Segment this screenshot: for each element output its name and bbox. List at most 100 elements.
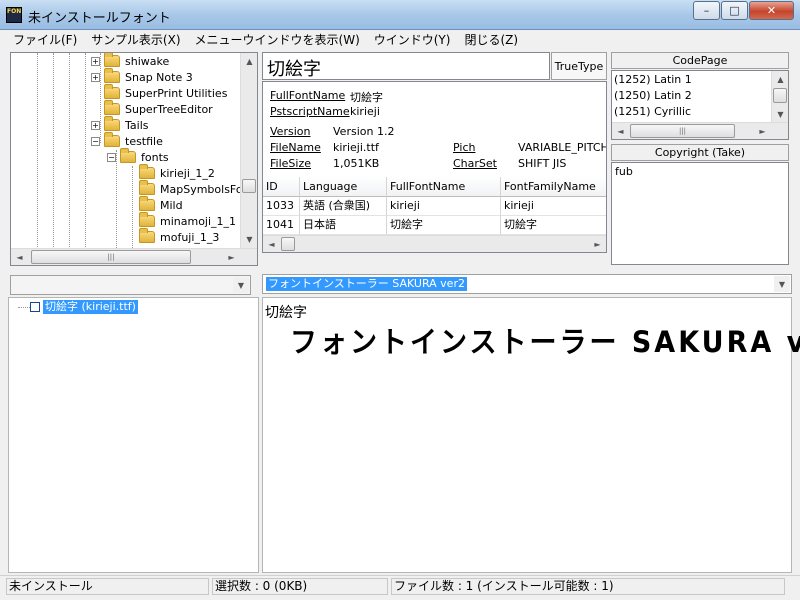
main-window: FONT 未インストールフォント – □ ✕ ファイル(F) サンプル表示(X)… <box>0 0 800 600</box>
folder-tree[interactable]: + shiwake + Snap Note 3 SuperPrint Utili… <box>10 52 258 266</box>
scroll-right-icon[interactable]: ► <box>589 236 606 252</box>
menu-window[interactable]: ウインドウ(Y) <box>367 30 458 51</box>
chevron-down-icon[interactable]: ▼ <box>774 276 790 292</box>
column-header-fontfamilyname[interactable]: FontFamilyName <box>501 177 606 197</box>
menu-show-menu-window[interactable]: メニューウインドウを表示(W) <box>188 30 367 51</box>
folder-icon <box>104 68 120 83</box>
horizontal-splitter[interactable] <box>0 266 800 270</box>
info-key-charset[interactable]: CharSet <box>453 157 497 170</box>
expand-icon[interactable]: + <box>91 72 100 82</box>
close-button[interactable]: ✕ <box>749 1 794 20</box>
scroll-up-icon[interactable]: ▲ <box>772 71 788 87</box>
installed-filter-combo[interactable]: ▼ <box>10 275 251 295</box>
scroll-thumb[interactable]: ||| <box>630 124 735 138</box>
tree-item[interactable]: mofuji_1_3 <box>139 228 219 245</box>
scroll-right-icon[interactable]: ► <box>754 123 771 139</box>
font-info-panel: FullFontName 切絵字 PstscriptName kirieji V… <box>262 81 607 253</box>
info-value-fullfontname: 切絵字 <box>350 91 383 104</box>
grip-icon: ||| <box>107 253 115 261</box>
tree-item-label: SuperPrint Utilities <box>125 86 228 100</box>
window-title: 未インストールフォント <box>28 11 171 26</box>
menu-close[interactable]: 閉じる(Z) <box>457 30 525 51</box>
table-cell[interactable]: 切絵字 <box>501 216 606 235</box>
codepage-vertical-scrollbar[interactable]: ▲ ▼ <box>771 71 788 122</box>
tree-item[interactable]: minamoji_1_1 <box>139 212 236 229</box>
scroll-thumb[interactable] <box>773 88 787 103</box>
info-key-pitch[interactable]: Pich <box>453 141 475 154</box>
column-header-language[interactable]: Language <box>300 177 387 197</box>
info-key-version[interactable]: Version <box>270 125 310 138</box>
scroll-thumb[interactable] <box>242 179 256 193</box>
copyright-header: Copyright (Take) <box>611 144 789 161</box>
scroll-right-icon[interactable]: ► <box>223 249 240 265</box>
tree-item[interactable]: − fonts <box>107 148 169 165</box>
list-item[interactable]: (1250) Latin 2 <box>614 89 692 102</box>
folder-icon <box>104 84 120 99</box>
tree-item[interactable]: − testfile <box>91 132 163 149</box>
title-bar[interactable]: FONT 未インストールフォント – □ ✕ <box>0 0 800 30</box>
table-horizontal-scrollbar[interactable]: ◄ ► <box>263 235 606 252</box>
codepage-horizontal-scrollbar[interactable]: ◄ ||| ► <box>612 122 788 139</box>
info-value-version: Version 1.2 <box>333 125 395 138</box>
font-checkbox[interactable] <box>30 302 40 312</box>
table-cell[interactable]: 切絵字 <box>387 216 501 235</box>
tree-item[interactable]: SuperPrint Utilities <box>104 84 228 101</box>
info-key-filesize[interactable]: FileSize <box>270 157 311 170</box>
list-item[interactable]: (1252) Latin 1 <box>614 73 692 86</box>
installed-font-list[interactable] <box>8 297 259 573</box>
table-cell[interactable]: 1033 <box>263 197 300 216</box>
menu-sample[interactable]: サンプル表示(X) <box>84 30 187 51</box>
folder-icon <box>104 116 120 131</box>
tree-item[interactable]: SuperTreeEditor <box>104 100 213 117</box>
chevron-down-icon[interactable]: ▼ <box>233 277 249 293</box>
installed-font-item[interactable]: 切絵字 (kirieji.ttf) <box>30 300 138 314</box>
menu-bar: ファイル(F) サンプル表示(X) メニューウインドウを表示(W) ウインドウ(… <box>0 30 800 51</box>
scroll-thumb[interactable]: ||| <box>31 250 191 264</box>
info-value-filename: kirieji.ttf <box>333 141 379 154</box>
scroll-down-icon[interactable]: ▼ <box>241 231 257 248</box>
tree-item[interactable]: + Tails <box>91 116 148 133</box>
tree-item[interactable]: MapSymbolsFo <box>139 180 243 197</box>
column-header-id[interactable]: ID <box>263 177 300 197</box>
table-cell[interactable]: kirieji <box>387 197 501 216</box>
table-cell[interactable]: 日本語 <box>300 216 387 235</box>
scroll-down-icon[interactable]: ▼ <box>772 106 788 122</box>
scroll-left-icon[interactable]: ◄ <box>263 236 280 252</box>
minimize-button[interactable]: – <box>693 1 720 20</box>
tree-horizontal-scrollbar[interactable]: ◄ ||| ► <box>11 248 257 265</box>
sample-text-combo[interactable]: フォントインストーラー SAKURA ver2 ▼ <box>262 274 792 294</box>
table-cell[interactable]: 1041 <box>263 216 300 235</box>
app-icon: FONT <box>6 7 22 23</box>
collapse-icon[interactable]: − <box>91 136 100 146</box>
scroll-left-icon[interactable]: ◄ <box>11 249 28 265</box>
column-header-fullfontname[interactable]: FullFontName <box>387 177 501 197</box>
tree-item[interactable]: Mild <box>139 196 183 213</box>
expand-icon[interactable]: + <box>91 56 100 66</box>
info-key-postscriptname[interactable]: PstscriptName <box>270 105 350 118</box>
collapse-icon[interactable]: − <box>107 152 116 162</box>
tree-item[interactable]: kirieji_1_2 <box>139 164 215 181</box>
tree-item-label: SuperTreeEditor <box>125 102 213 116</box>
tree-item-label: shiwake <box>125 54 170 68</box>
codepage-header: CodePage <box>611 52 789 69</box>
scroll-left-icon[interactable]: ◄ <box>612 123 629 139</box>
tree-vertical-scrollbar[interactable]: ▲ ▼ <box>240 53 257 248</box>
scroll-up-icon[interactable]: ▲ <box>241 53 257 70</box>
scroll-thumb[interactable] <box>281 237 295 251</box>
info-key-fullfontname[interactable]: FullFontName <box>270 89 345 102</box>
maximize-button[interactable]: □ <box>721 1 748 20</box>
info-key-filename[interactable]: FileName <box>270 141 321 154</box>
tree-item[interactable]: + Snap Note 3 <box>91 68 193 85</box>
tree-item[interactable]: + shiwake <box>91 53 169 69</box>
table-cell[interactable]: 英語 (合衆国) <box>300 197 387 216</box>
list-item[interactable]: (1251) Cyrillic <box>614 105 691 118</box>
tree-item-label: testfile <box>125 134 163 148</box>
codepage-list[interactable]: (1252) Latin 1 (1250) Latin 2 (1251) Cyr… <box>611 70 789 140</box>
sample-text-value: フォントインストーラー SAKURA ver2 <box>266 277 467 291</box>
maximize-icon: □ <box>729 4 740 17</box>
installed-font-label: 切絵字 (kirieji.ttf) <box>43 300 138 314</box>
folder-icon <box>104 100 120 115</box>
menu-file[interactable]: ファイル(F) <box>6 30 84 51</box>
expand-icon[interactable]: + <box>91 120 100 130</box>
table-cell[interactable]: kirieji <box>501 197 606 216</box>
